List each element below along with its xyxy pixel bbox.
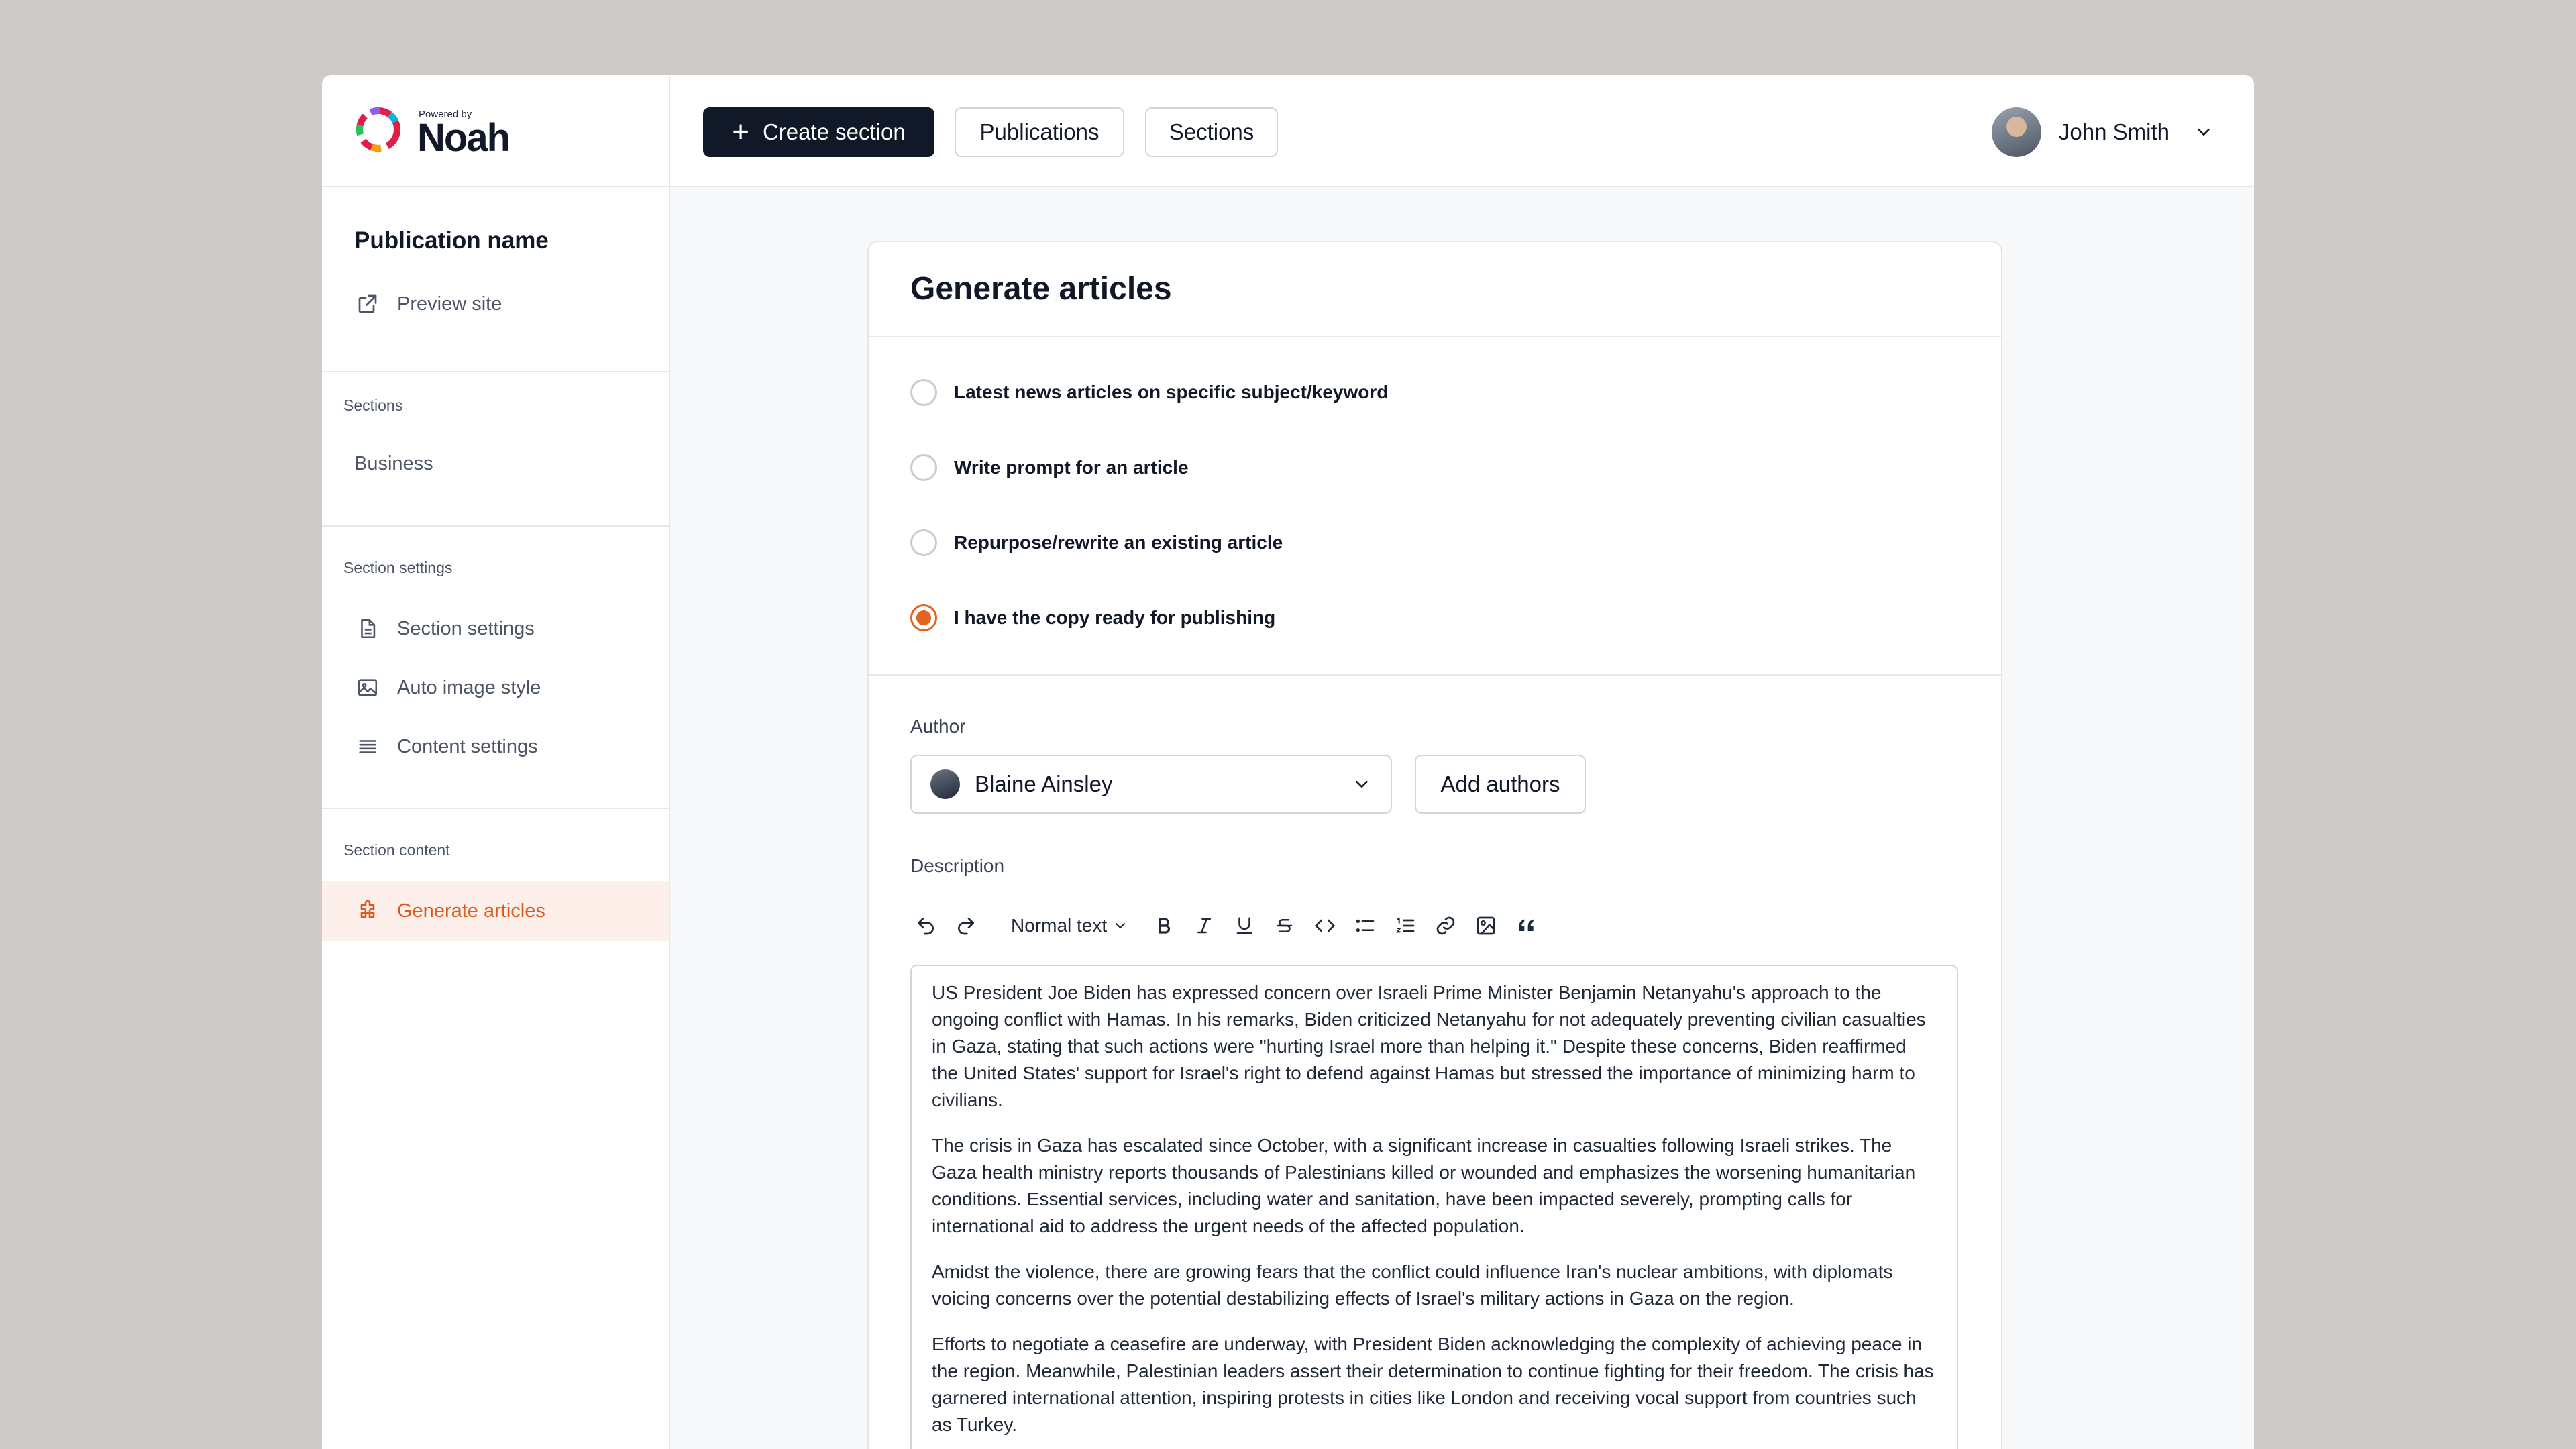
section-settings-block: Section settings Section settings Auto i… xyxy=(322,527,669,809)
noah-logo-icon xyxy=(356,107,400,152)
sidebar-item-label: Business xyxy=(354,452,433,474)
chevron-down-icon xyxy=(1356,781,1368,788)
sidebar-item-content-settings[interactable]: Content settings xyxy=(322,717,669,776)
avatar xyxy=(1991,107,2041,157)
document-icon xyxy=(354,615,381,642)
generation-options: Latest news articles on specific subject… xyxy=(869,337,2001,676)
section-content-group-label: Section content xyxy=(343,841,450,859)
option-latest-news[interactable]: Latest news articles on specific subject… xyxy=(910,379,1388,406)
strikethrough-icon[interactable] xyxy=(1269,910,1300,941)
option-write-prompt[interactable]: Write prompt for an article xyxy=(910,454,1189,481)
italic-icon[interactable] xyxy=(1189,910,1220,941)
description-label: Description xyxy=(910,855,1005,876)
section-content-block: Section content Generate articles xyxy=(322,809,669,1010)
top-bar: + Create section Publications Sections J… xyxy=(670,75,2254,187)
section-settings-group-label: Section settings xyxy=(343,559,453,576)
generate-articles-card: Generate articles Latest news articles o… xyxy=(867,241,2002,1449)
redo-icon[interactable] xyxy=(951,910,981,941)
sidebar-item-preview-site[interactable]: Preview site xyxy=(322,274,669,333)
radio-button-selected[interactable] xyxy=(910,604,937,631)
user-menu[interactable]: John Smith xyxy=(1991,107,2214,157)
radio-button[interactable] xyxy=(910,454,937,481)
app-window: Powered by Noah Publication name Preview… xyxy=(322,75,2254,1449)
puzzle-icon xyxy=(354,898,381,924)
author-avatar xyxy=(930,769,960,799)
text-style-value: Normal text xyxy=(1011,915,1108,936)
chevron-down-icon xyxy=(2198,129,2210,136)
author-label: Author xyxy=(910,716,966,737)
option-label: Repurpose/rewrite an existing article xyxy=(954,532,1283,553)
chevron-down-icon xyxy=(1116,923,1126,928)
bullet-list-icon[interactable] xyxy=(1350,910,1381,941)
sidebar-item-label: Section settings xyxy=(397,617,535,639)
plus-icon: + xyxy=(732,115,749,148)
code-icon[interactable] xyxy=(1309,910,1340,941)
external-link-icon xyxy=(354,290,381,317)
sidebar-item-label: Auto image style xyxy=(397,676,541,698)
sections-group-label: Sections xyxy=(343,396,403,414)
bold-icon[interactable] xyxy=(1148,910,1179,941)
option-label: Latest news articles on specific subject… xyxy=(954,382,1389,402)
brand-name: Noah xyxy=(417,116,511,160)
option-label: I have the copy ready for publishing xyxy=(954,607,1276,628)
publication-name: Publication name xyxy=(354,227,549,254)
sidebar-item-label: Content settings xyxy=(397,735,538,757)
author-select[interactable]: Blaine Ainsley xyxy=(910,755,1392,814)
publication-block: Publication name Preview site xyxy=(322,187,669,372)
user-name: John Smith xyxy=(2058,119,2169,144)
add-authors-button[interactable]: Add authors xyxy=(1415,755,1586,814)
text-style-select[interactable]: Normal text xyxy=(1011,915,1128,936)
insert-image-icon[interactable] xyxy=(1470,910,1501,941)
numbered-list-icon[interactable] xyxy=(1390,910,1421,941)
sidebar-item-label: Preview site xyxy=(397,292,502,315)
sidebar-item-business[interactable]: Business xyxy=(322,434,669,493)
publications-button[interactable]: Publications xyxy=(955,107,1124,157)
option-label: Write prompt for an article xyxy=(954,457,1189,478)
quote-icon[interactable] xyxy=(1511,910,1542,941)
option-copy-ready[interactable]: I have the copy ready for publishing xyxy=(910,604,1275,631)
sections-block: Sections Business xyxy=(322,372,669,527)
logo[interactable]: Powered by Noah xyxy=(322,75,669,187)
sidebar: Powered by Noah Publication name Preview… xyxy=(322,75,670,1449)
sidebar-item-label: Generate articles xyxy=(397,900,545,922)
author-value: Blaine Ainsley xyxy=(975,771,1113,796)
sidebar-item-section-settings[interactable]: Section settings xyxy=(322,599,669,658)
editor-toolbar: Normal text xyxy=(910,909,1551,943)
undo-icon[interactable] xyxy=(910,910,941,941)
main-content: Generate articles Latest news articles o… xyxy=(670,187,2254,1449)
image-icon xyxy=(354,674,381,701)
editor-paragraph: US President Joe Biden has expressed con… xyxy=(932,982,1926,1110)
sidebar-item-auto-image-style[interactable]: Auto image style xyxy=(322,658,669,717)
underline-icon[interactable] xyxy=(1229,910,1260,941)
create-section-button[interactable]: + Create section xyxy=(703,107,934,157)
description-editor[interactable]: US President Joe Biden has expressed con… xyxy=(910,965,1958,1449)
radio-button[interactable] xyxy=(910,379,937,406)
option-repurpose[interactable]: Repurpose/rewrite an existing article xyxy=(910,529,1283,556)
editor-paragraph: Amidst the violence, there are growing f… xyxy=(932,1261,1893,1309)
create-section-label: Create section xyxy=(762,119,906,144)
list-icon xyxy=(354,733,381,760)
sidebar-item-generate-articles[interactable]: Generate articles xyxy=(322,881,669,941)
card-title: Generate articles xyxy=(869,242,2001,337)
editor-paragraph: Efforts to negotiate a ceasefire are und… xyxy=(932,1334,1934,1435)
editor-paragraph: The crisis in Gaza has escalated since O… xyxy=(932,1135,1916,1236)
link-icon[interactable] xyxy=(1430,910,1461,941)
sections-button[interactable]: Sections xyxy=(1145,107,1278,157)
radio-button[interactable] xyxy=(910,529,937,556)
